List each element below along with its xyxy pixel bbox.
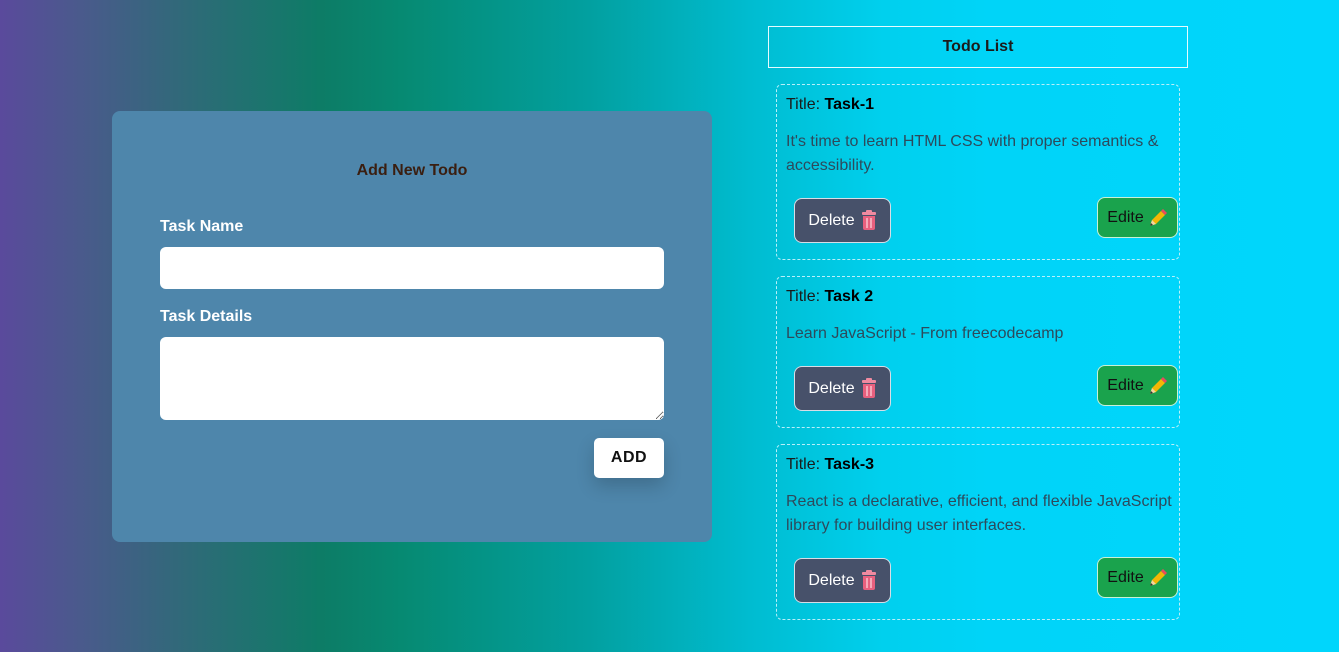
pencil-icon (1149, 208, 1167, 226)
edit-label: Edite (1107, 376, 1144, 394)
delete-label: Delete (808, 379, 855, 397)
title-value: Task 2 (824, 288, 874, 305)
delete-label: Delete (808, 571, 855, 589)
delete-button[interactable]: Delete (794, 366, 891, 411)
title-prefix: Title: (786, 288, 821, 305)
todo-description: React is a declarative, efficient, and f… (786, 493, 1172, 534)
edit-label: Edite (1107, 208, 1144, 226)
edit-button[interactable]: Edite (1097, 365, 1178, 406)
edit-button[interactable]: Edite (1097, 197, 1178, 238)
edit-label: Edite (1107, 568, 1144, 586)
pencil-icon (1149, 568, 1167, 586)
todo-title: Title: Task-1 (786, 96, 874, 114)
title-prefix: Title: (786, 96, 821, 113)
todo-description: Learn JavaScript - From freecodecamp (786, 325, 1064, 342)
add-button[interactable]: ADD (594, 438, 664, 478)
task-name-label: Task Name (160, 218, 244, 235)
title-value: Task-1 (824, 96, 875, 113)
todo-card: Title: Task 2 Learn JavaScript - From fr… (776, 276, 1180, 428)
edit-button[interactable]: Edite (1097, 557, 1178, 598)
task-name-input[interactable] (160, 247, 664, 289)
todo-card: Title: Task-1 It's time to learn HTML CS… (776, 84, 1180, 260)
trash-icon (861, 209, 877, 231)
title-prefix: Title: (786, 456, 821, 473)
task-details-input[interactable] (160, 337, 664, 420)
todo-card: Title: Task-3 React is a declarative, ef… (776, 444, 1180, 620)
title-value: Task-3 (824, 456, 875, 473)
delete-button[interactable]: Delete (794, 558, 891, 603)
todo-list-header: Todo List (768, 26, 1188, 68)
todo-description: It's time to learn HTML CSS with proper … (786, 133, 1159, 174)
delete-button[interactable]: Delete (794, 198, 891, 243)
form-title: Add New Todo (356, 162, 468, 179)
todo-title: Title: Task 2 (786, 288, 873, 306)
delete-label: Delete (808, 211, 855, 229)
add-todo-form: Add New Todo Task Name Task Details ADD (112, 111, 712, 542)
trash-icon (861, 377, 877, 399)
todo-title: Title: Task-3 (786, 456, 874, 474)
task-details-label: Task Details (160, 308, 253, 325)
trash-icon (861, 569, 877, 591)
pencil-icon (1149, 376, 1167, 394)
